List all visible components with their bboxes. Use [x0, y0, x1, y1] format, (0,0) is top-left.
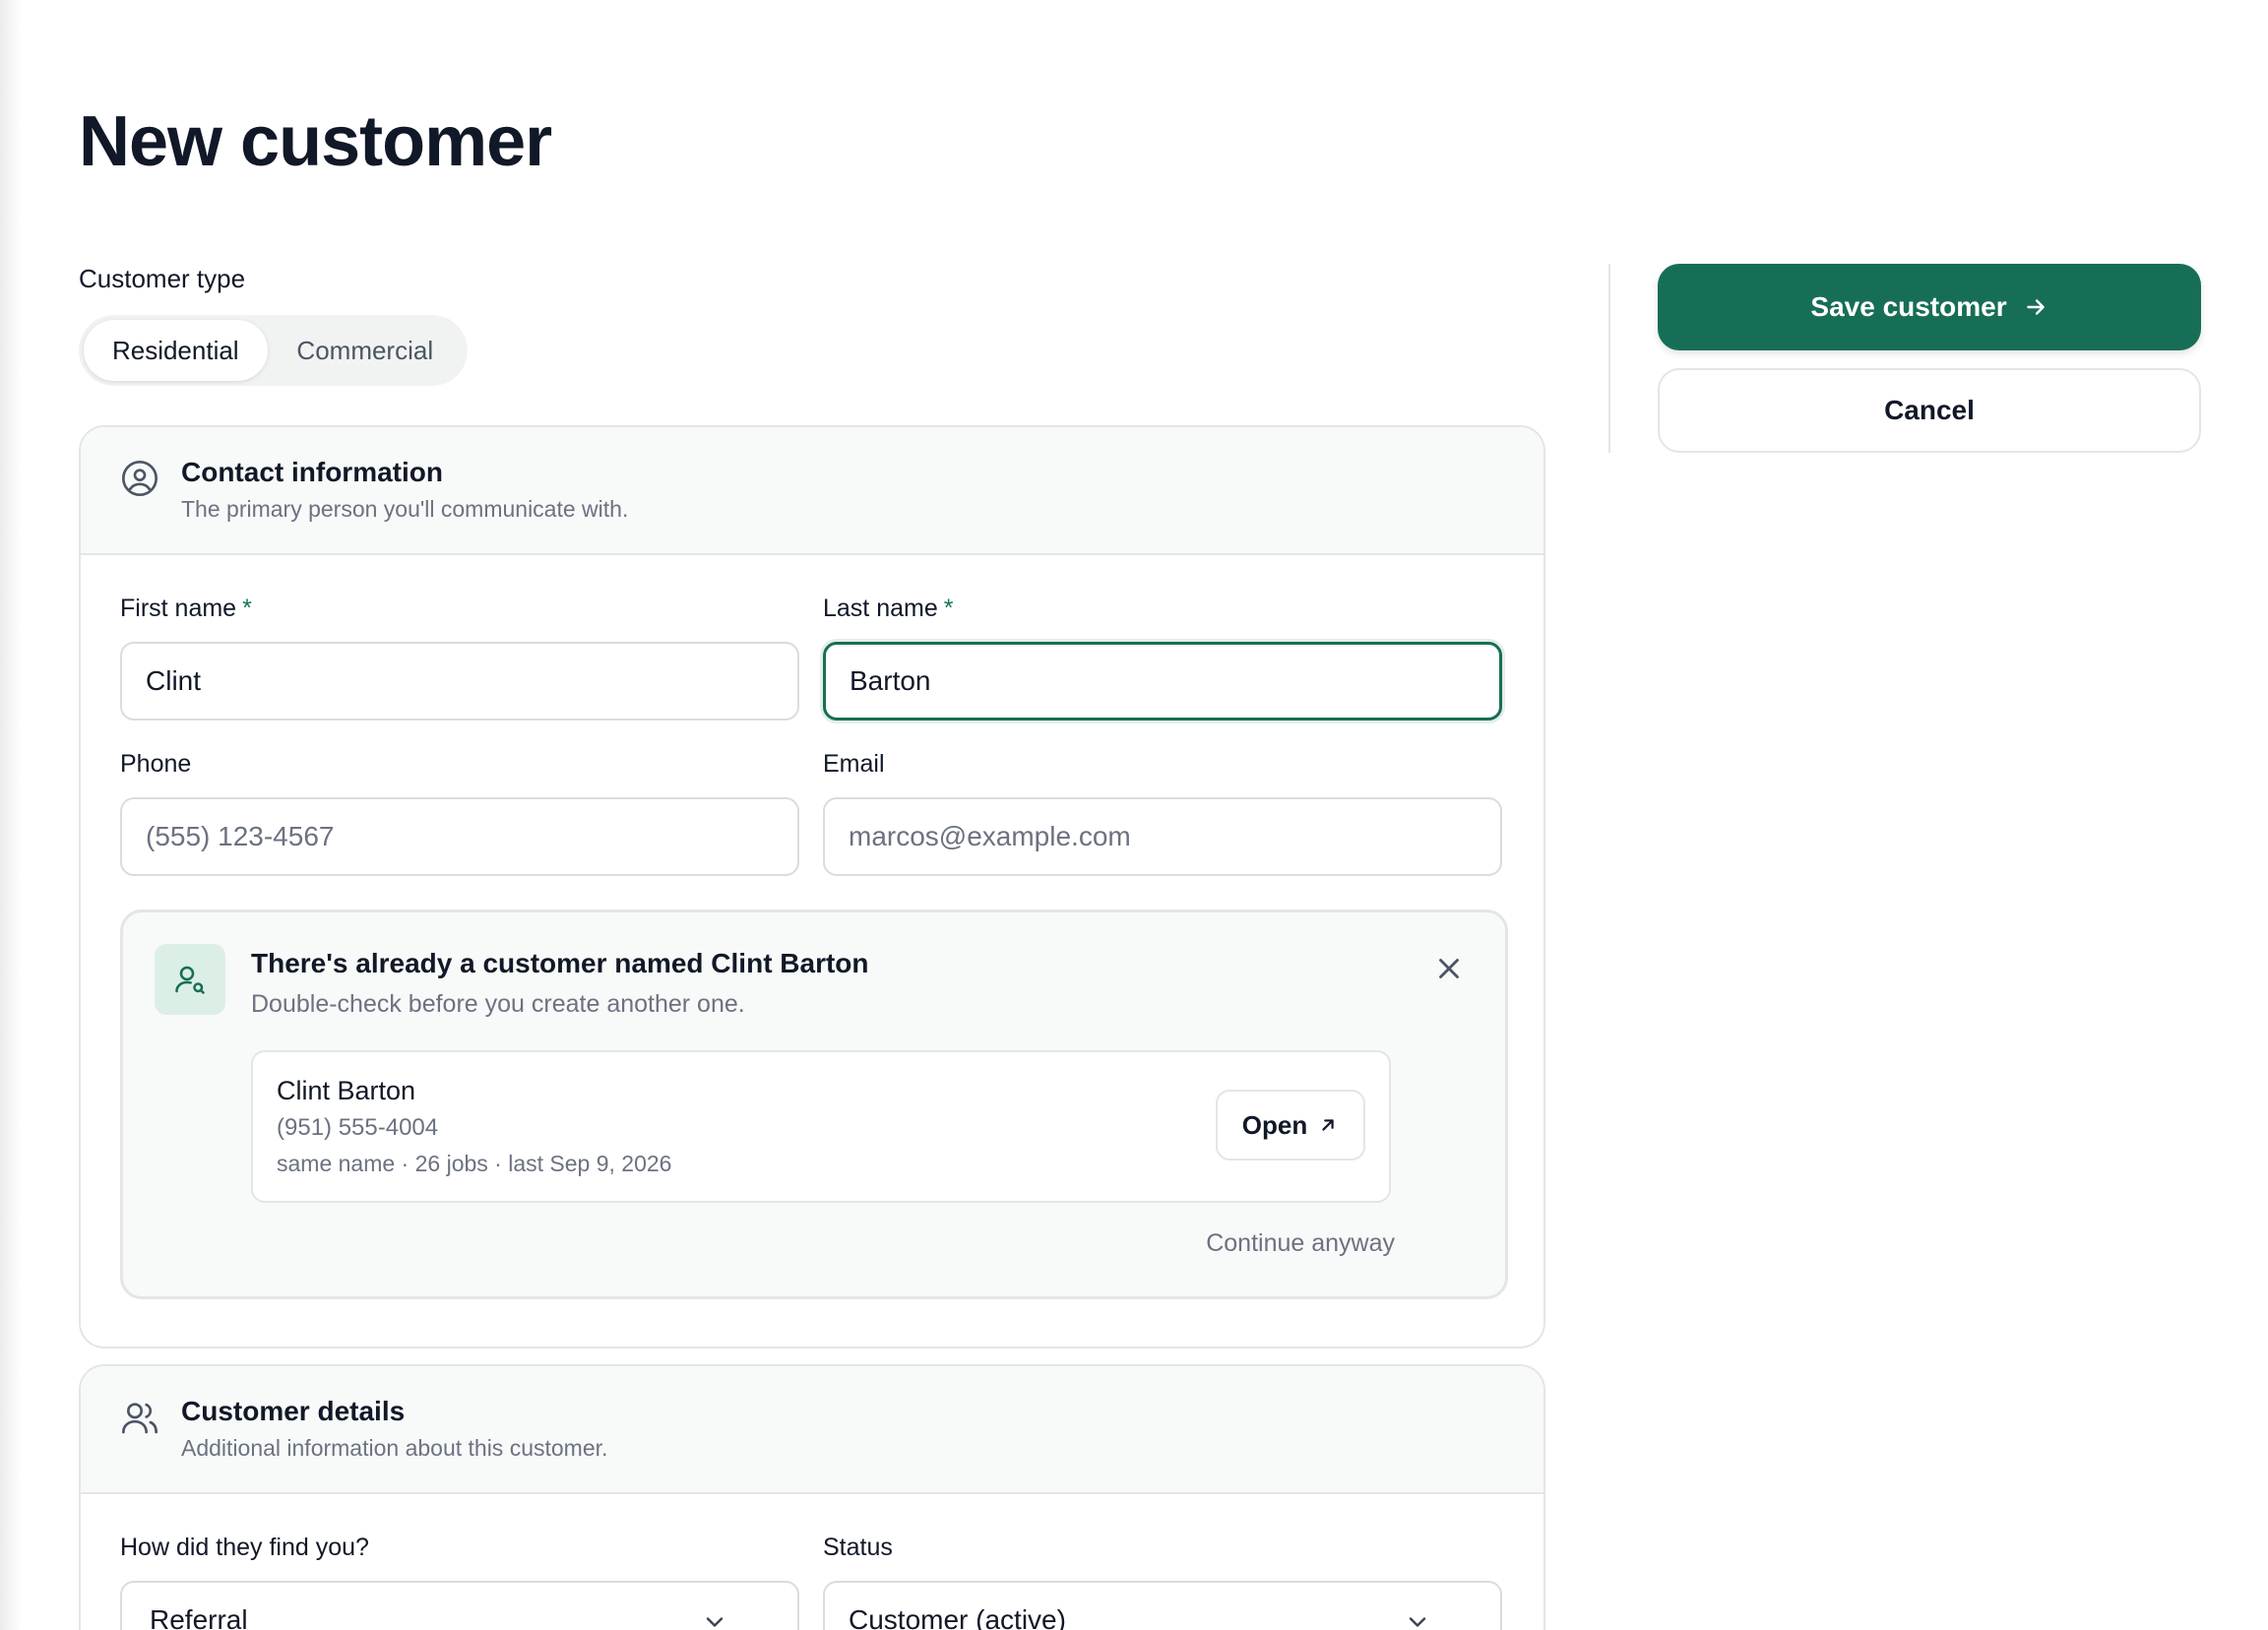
contact-card-subtitle: The primary person you'll communicate wi… [181, 496, 629, 522]
users-icon [122, 1403, 158, 1434]
first-name-input[interactable]: Clint [120, 642, 799, 721]
last-name-label-text: Last name [823, 595, 938, 622]
matching-customer-phone: (951) 555-4004 [277, 1114, 439, 1141]
user-circle-icon [122, 461, 158, 496]
status-value: Customer (active) [849, 1604, 1066, 1630]
matching-customer-card: Clint Barton (951) 555-4004 same name · … [251, 1050, 1391, 1203]
duplicate-customer-alert: There's already a customer named Clint B… [120, 909, 1508, 1299]
save-button-label: Save customer [1810, 291, 2007, 322]
status-select[interactable]: Customer (active) [823, 1581, 1502, 1630]
customer-type-residential[interactable]: Residential [84, 320, 268, 381]
last-name-label: Last name * [823, 595, 953, 623]
page-title: New customer [79, 102, 552, 181]
contact-card-title: Contact information [181, 457, 443, 487]
chevron-down-icon [1409, 1617, 1426, 1627]
matching-customer-meta: same name · 26 jobs · last Sep 9, 2026 [277, 1151, 672, 1176]
source-label: How did they find you? [120, 1534, 369, 1561]
email-input[interactable]: marcos@example.com [823, 797, 1502, 876]
user-search-icon [155, 944, 225, 1015]
details-card-title: Customer details [181, 1396, 406, 1426]
matching-customer-name: Clint Barton [277, 1076, 416, 1105]
first-name-label-text: First name [120, 595, 237, 622]
close-icon[interactable] [1432, 952, 1466, 985]
continue-anyway-link[interactable]: Continue anyway [1206, 1229, 1395, 1258]
required-marker: * [943, 595, 954, 622]
first-name-label: First name * [120, 595, 252, 623]
source-value: Referral [150, 1604, 248, 1630]
customer-type-label: Customer type [79, 264, 246, 293]
contact-information-card: Contact information The primary person y… [79, 425, 1545, 1348]
source-select[interactable]: Referral [120, 1581, 799, 1630]
arrow-right-icon [2026, 299, 2045, 315]
contact-card-header: Contact information The primary person y… [81, 427, 1544, 555]
chevron-down-icon [706, 1617, 724, 1627]
email-label: Email [823, 750, 885, 778]
arrow-up-right-icon [1322, 1119, 1334, 1131]
open-customer-button[interactable]: Open [1216, 1090, 1365, 1160]
duplicate-alert-title: There's already a customer named Clint B… [251, 948, 869, 978]
details-card-subtitle: Additional information about this custom… [181, 1435, 608, 1461]
phone-label: Phone [120, 750, 192, 778]
left-edge-shadow [0, 0, 22, 1630]
customer-details-card: Customer details Additional information … [79, 1364, 1545, 1630]
last-name-input[interactable]: Barton [823, 642, 1502, 721]
save-customer-button[interactable]: Save customer [1658, 264, 2201, 350]
phone-input[interactable]: (555) 123-4567 [120, 797, 799, 876]
required-marker: * [242, 595, 252, 622]
cancel-button[interactable]: Cancel [1658, 368, 2201, 453]
open-button-label: Open [1241, 1109, 1308, 1140]
details-card-header: Customer details Additional information … [81, 1366, 1544, 1494]
status-label: Status [823, 1534, 893, 1561]
duplicate-alert-subtitle: Double-check before you create another o… [251, 990, 745, 1018]
customer-type-toggle: Residential Commercial [79, 315, 468, 386]
vertical-divider [1608, 264, 1610, 453]
customer-type-commercial[interactable]: Commercial [268, 320, 463, 381]
